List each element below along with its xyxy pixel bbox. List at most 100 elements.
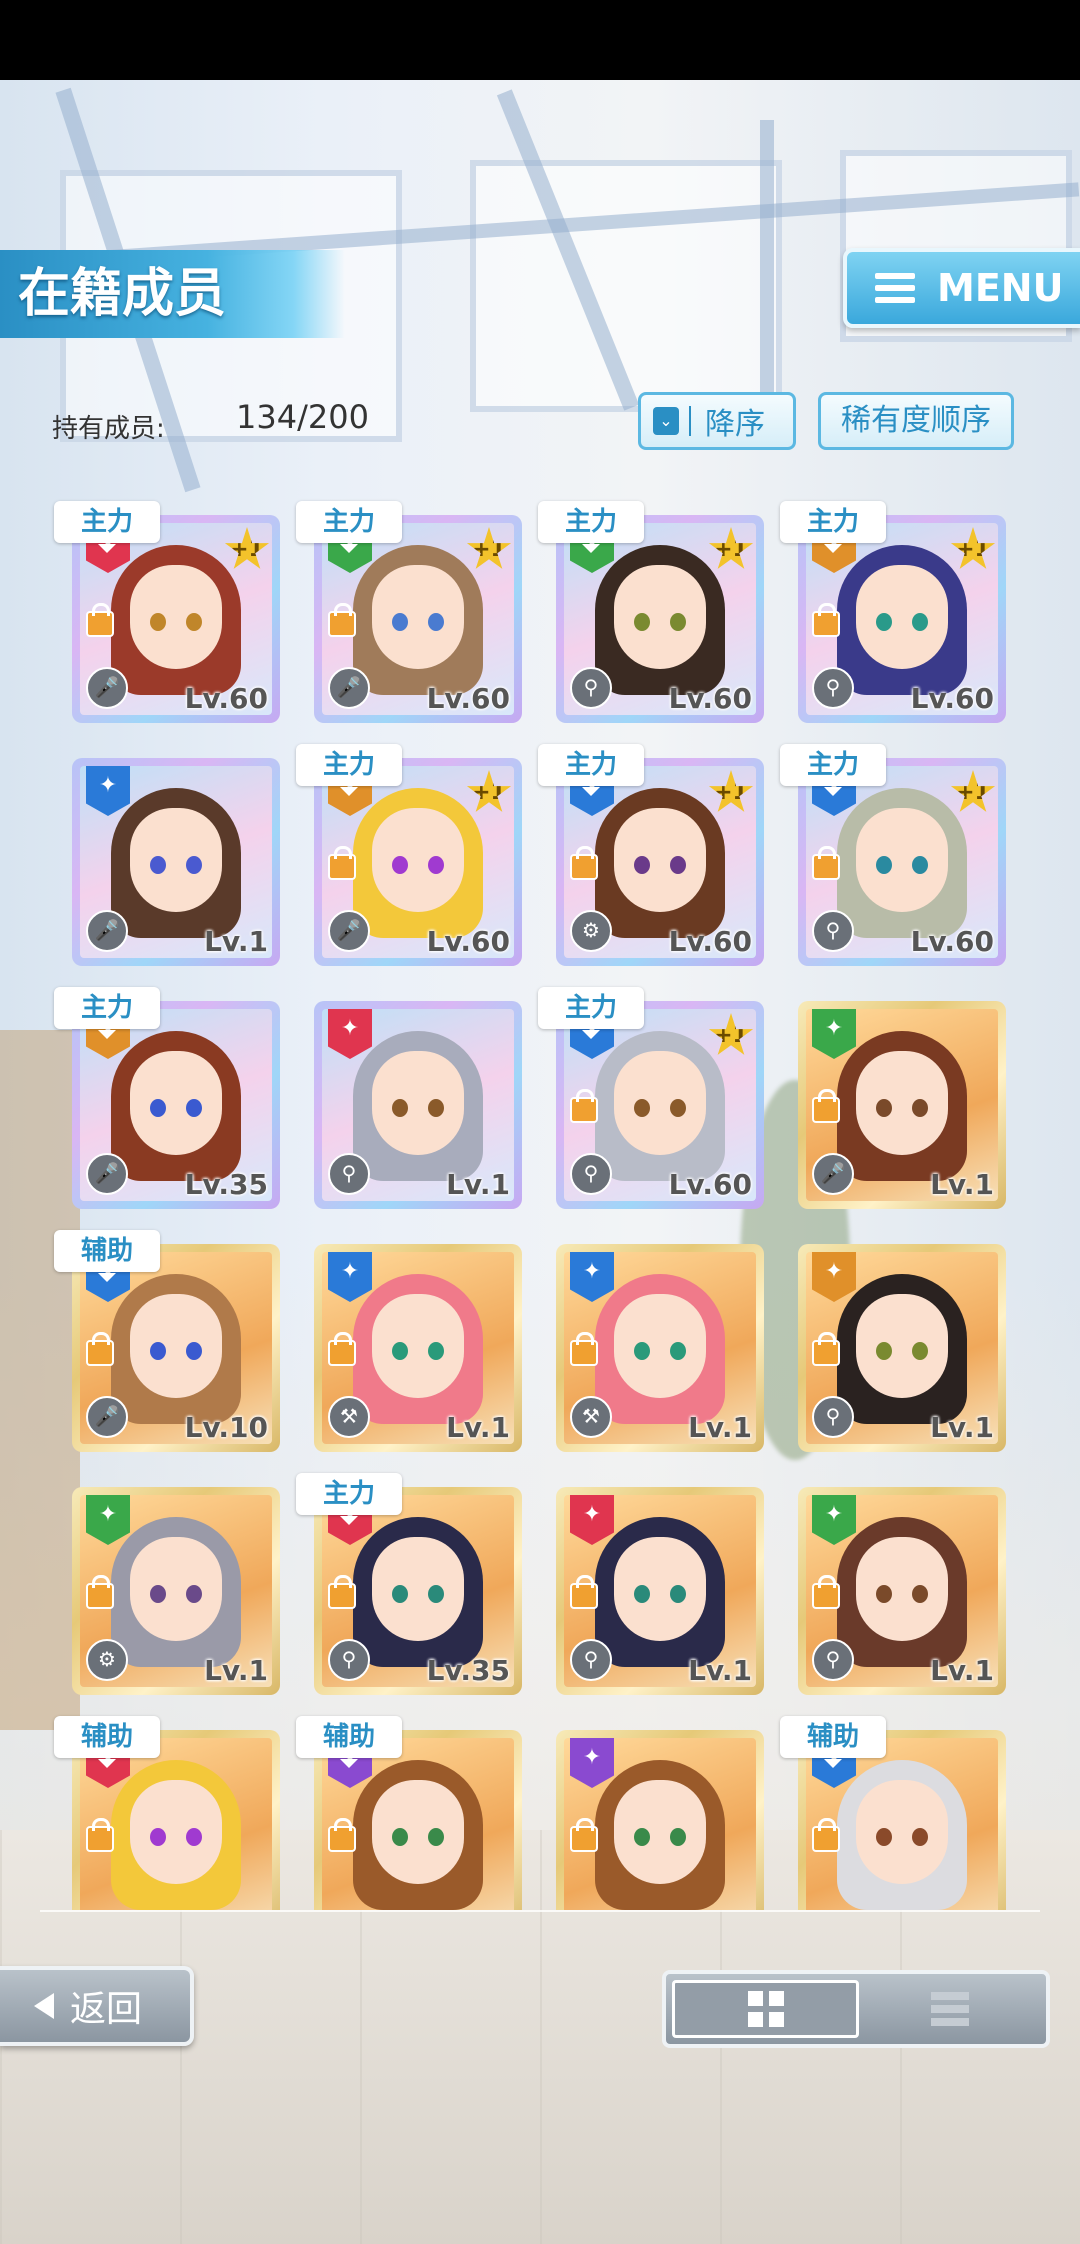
- menu-button[interactable]: MENU: [843, 248, 1080, 328]
- portrait-face: [372, 1780, 464, 1884]
- member-card[interactable]: ✦ ⚲ Lv.1: [798, 1244, 1006, 1452]
- lock-icon: [812, 603, 840, 637]
- lock-icon: [328, 1332, 356, 1366]
- hammer-icon: ⚒: [328, 1396, 370, 1438]
- lock-icon: [570, 1575, 598, 1609]
- lock-icon: [86, 1818, 114, 1852]
- member-card[interactable]: ✦ ⚲ Lv.1: [798, 1487, 1006, 1695]
- member-portrait: ✦ ⚙ Lv.1: [80, 1495, 272, 1687]
- portrait-eye: [912, 1099, 928, 1117]
- portrait-face: [130, 565, 222, 669]
- mic-stand-icon: ⚲: [328, 1639, 370, 1681]
- member-card[interactable]: ✦ 🎤 Lv.1: [72, 758, 280, 966]
- role-tag: 主力: [296, 1473, 402, 1525]
- role-tag: 主力: [538, 501, 644, 553]
- portrait-face: [614, 1294, 706, 1398]
- member-card-grid[interactable]: ✦ +1 🎤 Lv.60 主力 ✦ +1 🎤 Lv.60 主力 ✦ +1 ⚲ Lv.60 主力 ✦ +1 ⚲ Lv.…: [0, 495, 1080, 1910]
- mic-stand-icon: ⚲: [812, 667, 854, 709]
- mic-icon: 🎤: [812, 1153, 854, 1195]
- attribute-flag-icon: ✦: [570, 1252, 614, 1302]
- role-tag: 辅助: [54, 1230, 160, 1282]
- member-level: Lv.1: [930, 1168, 994, 1201]
- portrait-eye: [186, 1828, 202, 1846]
- back-label: 返回: [70, 1989, 143, 2030]
- plus-star-badge: +1: [466, 770, 512, 812]
- mic-stand-icon: ⚲: [328, 1153, 370, 1195]
- member-card[interactable]: ✦ ⚲ Lv.1: [314, 1001, 522, 1209]
- member-level: Lv.35: [184, 1168, 268, 1201]
- hammer-icon: ⚒: [570, 1396, 612, 1438]
- portrait-eye: [634, 1585, 650, 1603]
- portrait-eye: [186, 613, 202, 631]
- portrait-face: [856, 565, 948, 669]
- role-tag: 辅助: [780, 1716, 886, 1768]
- portrait-eye: [670, 856, 686, 874]
- member-card[interactable]: ✦ 🎤 Lv.1: [798, 1001, 1006, 1209]
- portrait-eye: [428, 856, 444, 874]
- plus-star-badge: +1: [224, 527, 270, 569]
- portrait-eye: [670, 1342, 686, 1360]
- member-card[interactable]: ✦ ⚲ Lv.1: [556, 1487, 764, 1695]
- portrait-eye: [186, 856, 202, 874]
- attribute-flag-icon: ✦: [328, 1252, 372, 1302]
- portrait-eye: [428, 1585, 444, 1603]
- back-button[interactable]: 返回: [0, 1966, 194, 2046]
- portrait-face: [614, 565, 706, 669]
- member-level: Lv.1: [204, 925, 268, 958]
- member-portrait: ✦ ⚲ Lv.1: [806, 1252, 998, 1444]
- sort-order-button[interactable]: ⌄ 降序: [638, 392, 796, 450]
- member-card[interactable]: ✦: [556, 1730, 764, 1910]
- member-card[interactable]: ✦ ⚒ Lv.1: [314, 1244, 522, 1452]
- mic-stand-icon: ⚲: [570, 667, 612, 709]
- member-portrait: ✦ 🎤 Lv.1: [806, 1009, 998, 1201]
- portrait-eye: [428, 1342, 444, 1360]
- portrait-face: [614, 1051, 706, 1155]
- portrait-eye: [392, 1828, 408, 1846]
- member-level: Lv.1: [688, 1654, 752, 1687]
- attribute-flag-icon: ✦: [812, 1252, 856, 1302]
- role-tag: 主力: [538, 744, 644, 796]
- portrait-face: [372, 1537, 464, 1641]
- member-card[interactable]: ✦ ⚙ Lv.1: [72, 1487, 280, 1695]
- member-level: Lv.1: [688, 1411, 752, 1444]
- member-portrait: ✦ ⚲ Lv.1: [564, 1495, 756, 1687]
- lock-icon: [570, 846, 598, 880]
- role-tag: 主力: [54, 987, 160, 1039]
- list-view-button[interactable]: [859, 1980, 1040, 2038]
- portrait-face: [856, 1780, 948, 1884]
- attribute-flag-icon: ✦: [86, 766, 130, 816]
- mic-stand-icon: ⚲: [570, 1639, 612, 1681]
- portrait-face: [614, 1537, 706, 1641]
- attribute-flag-icon: ✦: [570, 1495, 614, 1545]
- member-portrait: ✦ ⚲ Lv.1: [806, 1495, 998, 1687]
- portrait-eye: [876, 613, 892, 631]
- portrait-eye: [634, 613, 650, 631]
- member-level: Lv.35: [426, 1654, 510, 1687]
- portrait-face: [130, 1780, 222, 1884]
- lock-icon: [328, 1575, 356, 1609]
- portrait-eye: [428, 1828, 444, 1846]
- grid-view-button[interactable]: [672, 1980, 859, 2038]
- member-level: Lv.1: [930, 1654, 994, 1687]
- lock-icon: [570, 1332, 598, 1366]
- lock-icon: [328, 846, 356, 880]
- portrait-eye: [912, 1342, 928, 1360]
- portrait-eye: [186, 1099, 202, 1117]
- member-card[interactable]: ✦ ⚒ Lv.1: [556, 1244, 764, 1452]
- portrait-eye: [912, 1828, 928, 1846]
- list-icon: [930, 1992, 969, 2026]
- portrait-eye: [912, 1585, 928, 1603]
- portrait-eye: [150, 613, 166, 631]
- portrait-face: [130, 1051, 222, 1155]
- member-portrait: ✦ ⚒ Lv.1: [564, 1252, 756, 1444]
- member-level: Lv.60: [668, 682, 752, 715]
- plus-star-badge: +1: [708, 1013, 754, 1055]
- plus-star-badge: +1: [708, 527, 754, 569]
- menu-label: MENU: [937, 266, 1064, 310]
- grid-icon: [747, 1991, 784, 2027]
- portrait-eye: [876, 1585, 892, 1603]
- plus-star-badge: +1: [708, 770, 754, 812]
- mic-icon: 🎤: [86, 1153, 128, 1195]
- mic-stand-icon: ⚲: [812, 910, 854, 952]
- sort-key-button[interactable]: 稀有度顺序: [818, 392, 1014, 450]
